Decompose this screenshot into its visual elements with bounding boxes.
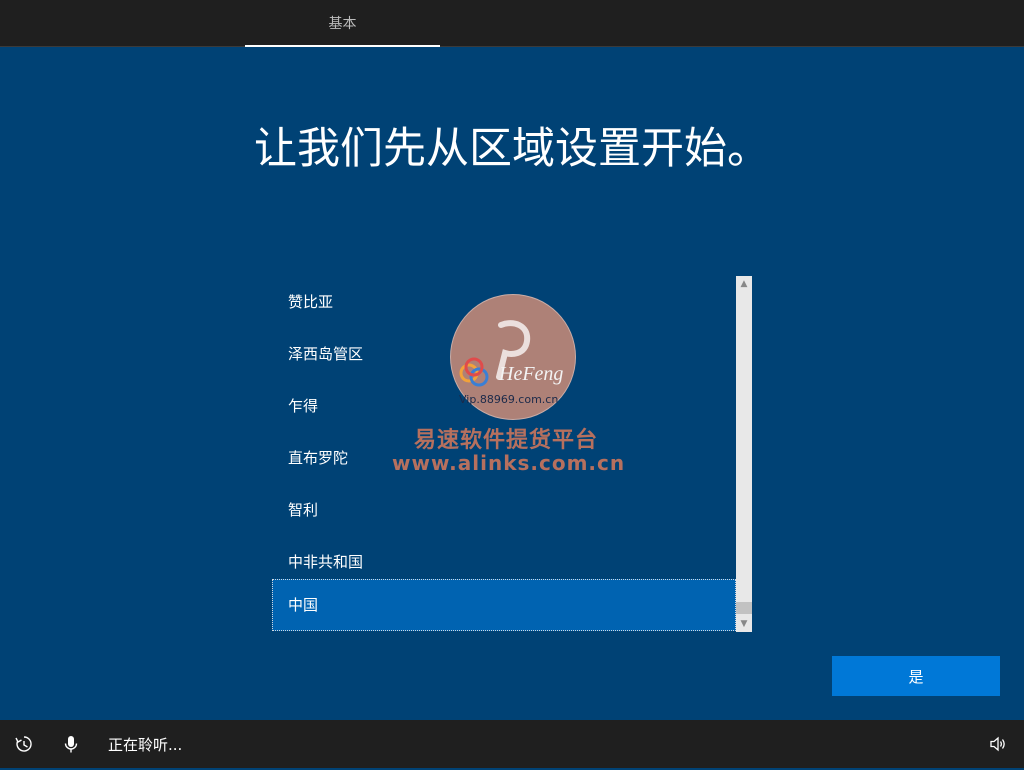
page-title: 让我们先从区域设置开始。	[254, 124, 770, 174]
scroll-thumb[interactable]	[736, 602, 752, 614]
list-item[interactable]: 赞比亚	[272, 276, 736, 328]
scroll-up-icon[interactable]: ▲	[736, 276, 752, 292]
region-list[interactable]: 赞比亚 泽西岛管区 乍得 直布罗陀 智利 中非共和国 中国 ▲ ▼	[272, 276, 752, 632]
listening-status: 正在聆听...	[108, 736, 183, 754]
top-bar: 基本	[0, 0, 1024, 47]
list-item[interactable]: 乍得	[272, 380, 736, 432]
microphone-icon[interactable]	[60, 733, 82, 755]
list-item[interactable]: 智利	[272, 484, 736, 536]
list-item[interactable]: 泽西岛管区	[272, 328, 736, 380]
bottom-bar: 正在聆听...	[0, 720, 1024, 768]
list-item[interactable]: 直布罗陀	[272, 432, 736, 484]
list-item-selected[interactable]: 中国	[272, 579, 736, 631]
main-panel: 让我们先从区域设置开始。 赞比亚 泽西岛管区 乍得 直布罗陀 智利 中非共和国 …	[0, 47, 1024, 720]
yes-button[interactable]: 是	[832, 656, 1000, 696]
tab-basics[interactable]: 基本	[245, 0, 440, 46]
ease-of-access-icon[interactable]	[13, 733, 35, 755]
scroll-down-icon[interactable]: ▼	[736, 616, 752, 632]
volume-icon[interactable]	[987, 733, 1009, 755]
scrollbar[interactable]: ▲ ▼	[736, 276, 752, 632]
